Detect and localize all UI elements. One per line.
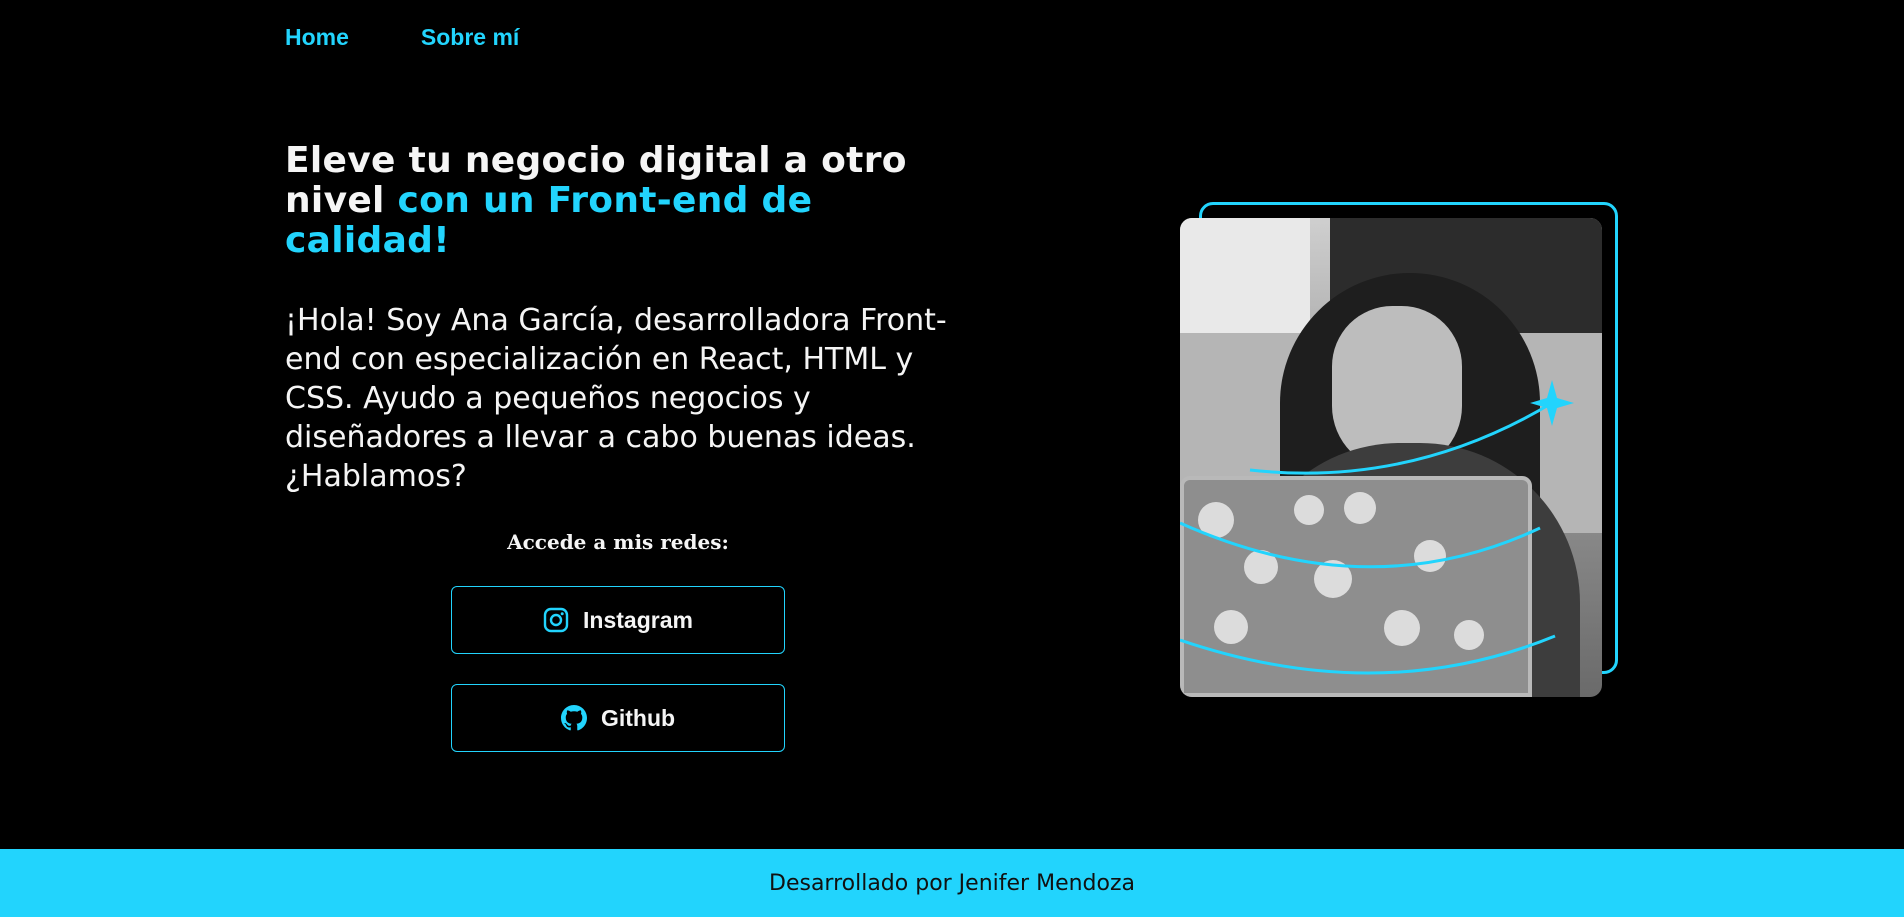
portfolio-page: Home Sobre mí Eleve tu negocio digital a… bbox=[0, 0, 1904, 917]
decorative-curves bbox=[1180, 380, 1574, 675]
github-button-label: Github bbox=[600, 704, 676, 731]
instagram-button-label: Instagram bbox=[583, 606, 693, 633]
top-nav: Home Sobre mí bbox=[285, 24, 519, 51]
sparkle-icon bbox=[1530, 380, 1574, 426]
instagram-icon bbox=[543, 607, 569, 633]
footer: Desarrollado por Jenifer Mendoza bbox=[0, 849, 1904, 917]
hero-headline: Eleve tu negocio digital a otro nivel co… bbox=[285, 141, 965, 261]
nav-about-link[interactable]: Sobre mí bbox=[421, 24, 519, 51]
github-icon bbox=[560, 705, 587, 731]
instagram-button[interactable]: Instagram bbox=[451, 586, 785, 654]
profile-photo bbox=[1180, 218, 1602, 697]
github-button[interactable]: Github bbox=[451, 684, 785, 752]
hero-intro: ¡Hola! Soy Ana García, desarrolladora Fr… bbox=[285, 303, 947, 494]
footer-credit: Desarrollado por Jenifer Mendoza bbox=[769, 870, 1135, 896]
social-title: Accede a mis redes: bbox=[507, 530, 729, 554]
nav-home-link[interactable]: Home bbox=[285, 24, 349, 51]
